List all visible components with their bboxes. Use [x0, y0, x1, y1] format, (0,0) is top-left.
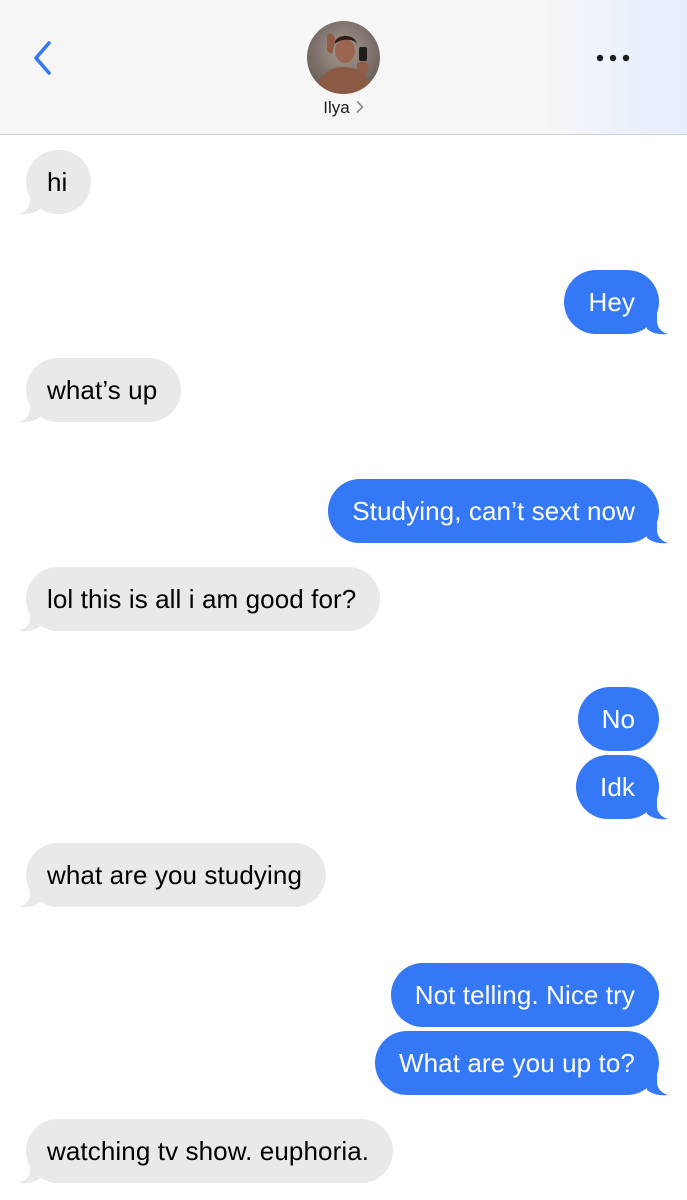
bubble-tail: [643, 305, 668, 335]
more-dots-icon: [596, 54, 630, 62]
message-text: lol this is all i am good for?: [47, 584, 357, 614]
message-bubble-outgoing[interactable]: Not telling. Nice try: [390, 963, 659, 1027]
message-text: Idk: [600, 772, 635, 802]
message-text: What are you up to?: [398, 1048, 635, 1078]
message-text: watching tv show. euphoria.: [47, 1136, 370, 1166]
bubble-tail: [643, 790, 668, 820]
bubble-tail: [19, 185, 44, 215]
message-text: Studying, can’t sext now: [352, 496, 635, 526]
conversation-header: Ilya: [0, 0, 687, 135]
bubble-tail: [19, 1154, 44, 1184]
bubble-tail: [19, 393, 44, 423]
message-bubble-outgoing[interactable]: What are you up to?: [374, 1031, 668, 1096]
message-text: what’s up: [47, 375, 158, 405]
back-button[interactable]: [26, 34, 62, 82]
message-bubble-incoming[interactable]: what’s up: [19, 358, 182, 423]
message-bubble-outgoing[interactable]: Hey: [564, 270, 668, 335]
bubble-tail: [643, 514, 668, 544]
contact-name-button[interactable]: Ilya: [0, 98, 687, 118]
message-text: hi: [47, 167, 68, 197]
message-bubble-outgoing[interactable]: Idk: [576, 755, 668, 820]
chevron-right-icon: [356, 98, 364, 118]
message-bubble-incoming[interactable]: hi: [19, 150, 92, 215]
contact-avatar[interactable]: [307, 21, 380, 94]
bubble-tail: [643, 1066, 668, 1096]
bubble-tail: [19, 878, 44, 908]
message-bubble-incoming[interactable]: watching tv show. euphoria.: [19, 1119, 394, 1184]
chevron-left-icon: [34, 41, 51, 75]
contact-name: Ilya: [323, 98, 350, 117]
message-bubble-incoming[interactable]: what are you studying: [19, 843, 327, 908]
more-options-button[interactable]: [590, 46, 636, 70]
message-bubble-outgoing[interactable]: Studying, can’t sext now: [328, 479, 668, 544]
message-bubble-incoming[interactable]: lol this is all i am good for?: [19, 567, 381, 632]
message-text: No: [601, 704, 635, 734]
avatar-photo: [307, 21, 380, 94]
bubble-tail: [19, 602, 44, 632]
message-text: Not telling. Nice try: [414, 980, 635, 1010]
message-text: what are you studying: [47, 860, 303, 890]
message-bubble-outgoing[interactable]: No: [577, 687, 659, 751]
message-text: Hey: [588, 287, 635, 317]
